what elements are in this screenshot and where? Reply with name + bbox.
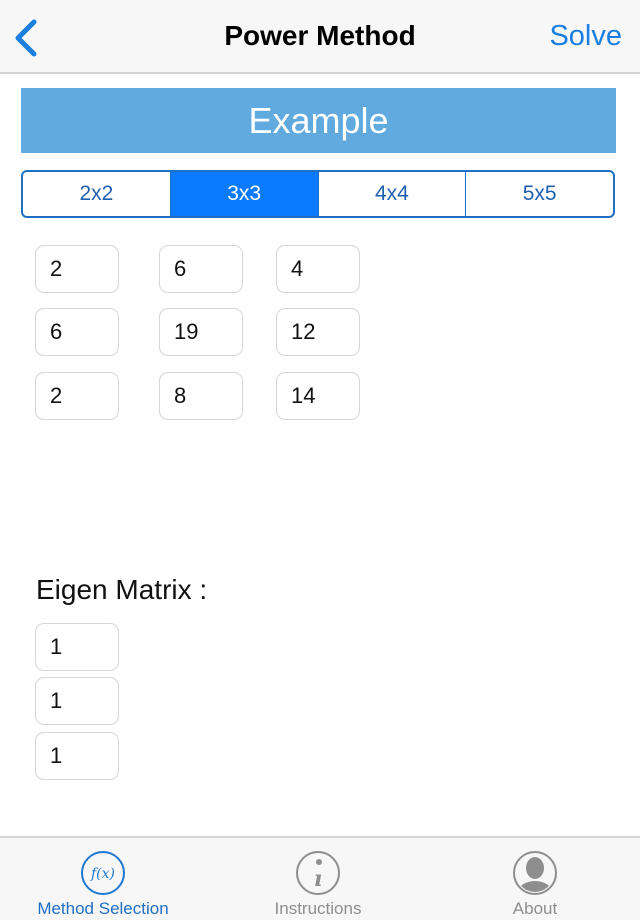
segment-3x3[interactable]: 3x3 [170, 172, 319, 216]
segment-4x4[interactable]: 4x4 [319, 172, 467, 216]
tab-bar: f(x) Method Selection ı Instructions Abo… [0, 836, 640, 920]
matrix-cell-r1c2[interactable]: 6 [159, 245, 243, 293]
tab-about[interactable]: About [430, 838, 640, 920]
tab-instructions[interactable]: ı Instructions [206, 838, 430, 920]
matrix-cell-r1c1[interactable]: 2 [35, 245, 119, 293]
matrix-cell-r3c1[interactable]: 2 [35, 372, 119, 420]
chevron-left-icon [15, 19, 37, 57]
eigen-cell-3[interactable]: 1 [35, 732, 119, 780]
tab-label: Instructions [274, 899, 362, 918]
matrix-cell-r2c1[interactable]: 6 [35, 308, 119, 356]
tab-label: Method Selection [37, 899, 169, 918]
svg-text:f(x): f(x) [90, 866, 115, 882]
eigen-cell-1[interactable]: 1 [35, 623, 119, 671]
segment-2x2[interactable]: 2x2 [23, 172, 171, 216]
matrix-cell-r2c3[interactable]: 12 [276, 308, 360, 356]
example-banner: Example [21, 88, 616, 153]
eigen-cell-2[interactable]: 1 [35, 677, 119, 725]
solve-button[interactable]: Solve [549, 20, 622, 53]
svg-text:ı: ı [314, 866, 322, 892]
matrix-size-selector: 2x2 3x3 4x4 5x5 [21, 170, 615, 218]
info-icon: ı [296, 851, 340, 895]
matrix-cell-r1c3[interactable]: 4 [276, 245, 360, 293]
navigation-bar: Power Method Solve [0, 0, 640, 74]
page-title: Power Method [224, 20, 416, 51]
matrix-cell-r3c3[interactable]: 14 [276, 372, 360, 420]
person-icon [513, 851, 557, 895]
matrix-cell-r2c2[interactable]: 19 [159, 308, 243, 356]
matrix-cell-r3c2[interactable]: 8 [159, 372, 243, 420]
segment-5x5[interactable]: 5x5 [466, 172, 613, 216]
function-icon: f(x) [81, 851, 125, 895]
tab-label: About [512, 899, 558, 918]
eigen-matrix-label: Eigen Matrix : [36, 574, 208, 605]
back-button[interactable] [10, 18, 46, 58]
tab-method-selection[interactable]: f(x) Method Selection [0, 838, 206, 920]
